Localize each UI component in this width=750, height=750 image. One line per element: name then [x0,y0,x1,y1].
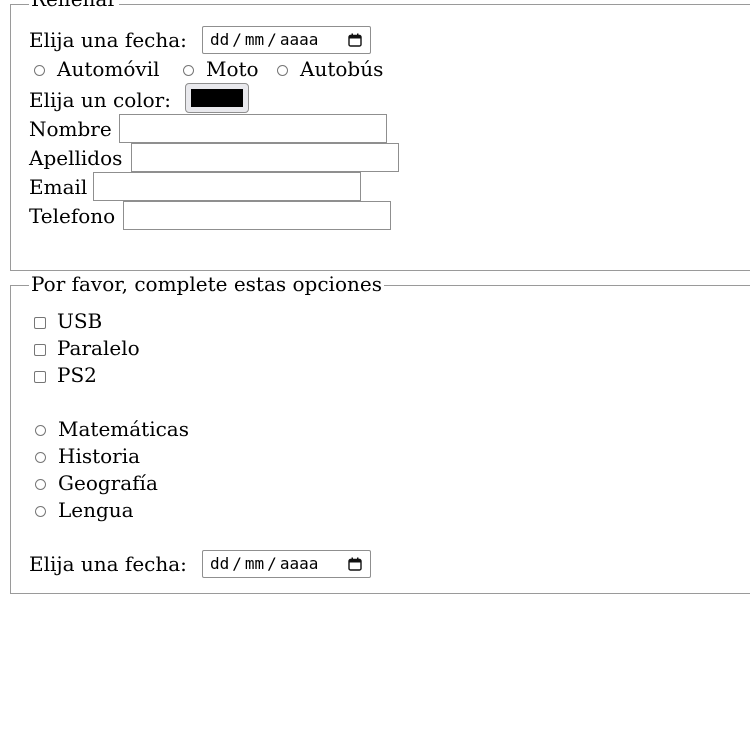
telefono-input[interactable] [123,201,391,230]
date-separator: / [232,30,242,49]
color-swatch [191,89,243,107]
radio-moto[interactable] [183,65,194,76]
date-month-placeholder: mm [244,554,265,573]
date-label-2: Elija una fecha: [29,552,187,576]
date-input[interactable]: dd / mm / aaaa [202,26,371,54]
date-day-placeholder: dd [210,30,230,49]
field-label-apellidos: Apellidos [29,146,123,170]
apellidos-input[interactable] [131,143,399,172]
checkbox-ps2[interactable] [34,371,46,383]
radio-label-historia: Historia [58,444,141,468]
radio-label-autobus: Autobús [300,57,384,81]
checkbox-paralelo[interactable] [34,344,46,356]
date-separator: / [267,30,277,49]
radio-matematicas[interactable] [35,425,46,436]
radio-label-automovil: Automóvil [57,57,160,81]
checkbox-label-ps2: PS2 [57,363,97,387]
opciones-legend: Por favor, complete estas opciones [29,272,384,296]
radio-autobus[interactable] [277,65,288,76]
date-label: Elija una fecha: [29,28,187,52]
date-separator: / [232,554,242,573]
field-label-nombre: Nombre [29,117,112,141]
date-year-placeholder: aaaa [279,554,319,573]
field-label-telefono: Telefono [29,204,116,228]
checkbox-usb[interactable] [34,317,46,329]
field-label-email: Email [29,175,88,199]
radio-historia[interactable] [35,452,46,463]
email-input[interactable] [93,172,361,201]
calendar-icon[interactable] [348,557,362,571]
date-separator: / [267,554,277,573]
radio-label-matematicas: Matemáticas [58,417,189,441]
color-label: Elija un color: [29,88,171,112]
date-year-placeholder: aaaa [279,30,319,49]
date-day-placeholder: dd [210,554,230,573]
radio-automovil[interactable] [34,65,45,76]
calendar-icon[interactable] [348,33,362,47]
rellenar-legend: Rellenar [29,0,119,11]
nombre-input[interactable] [119,114,387,143]
radio-label-geografia: Geografía [58,471,158,495]
radio-geografia[interactable] [35,479,46,490]
radio-lengua[interactable] [35,506,46,517]
color-picker-button[interactable] [185,83,249,113]
checkbox-label-paralelo: Paralelo [57,336,140,360]
radio-label-lengua: Lengua [58,498,134,522]
checkbox-label-usb: USB [57,309,103,333]
date-input-2[interactable]: dd / mm / aaaa [202,550,371,578]
date-month-placeholder: mm [244,30,265,49]
radio-label-moto: Moto [206,57,259,81]
